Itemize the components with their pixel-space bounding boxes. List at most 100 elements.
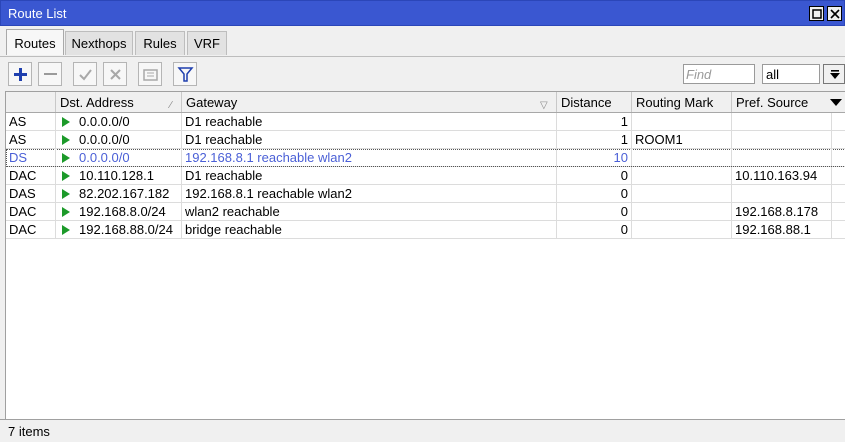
distance-cell: 0: [557, 221, 632, 238]
flags-cell: DAC: [6, 221, 56, 238]
pref-source-cell: [732, 131, 832, 148]
column-dst-address[interactable]: Dst. Address ∕: [56, 92, 182, 112]
gateway-cell: D1 reachable: [182, 113, 557, 130]
add-button[interactable]: [8, 62, 32, 86]
pref-source-cell: [732, 185, 832, 202]
arrow-down-icon: [830, 70, 840, 79]
tab-rules[interactable]: Rules: [135, 31, 185, 55]
distance-cell: 0: [557, 203, 632, 220]
dst-address-cell: 0.0.0.0/0: [56, 113, 182, 130]
route-list-window: Route List Routes Nexthops Rules VRF Fin…: [0, 0, 845, 442]
gateway-cell: wlan2 reachable: [182, 203, 557, 220]
dst-address-cell: 10.110.128.1: [56, 167, 182, 184]
route-active-icon: [62, 189, 70, 199]
pref-source-cell: 10.110.163.94: [732, 167, 832, 184]
pref-source-cell: 192.168.8.178: [732, 203, 832, 220]
disable-button[interactable]: [103, 62, 127, 86]
column-gateway[interactable]: Gateway ▽: [182, 92, 557, 112]
routing-mark-cell: [632, 149, 732, 166]
dst-address-cell: 192.168.8.0/24: [56, 203, 182, 220]
table-row[interactable]: AS 0.0.0.0/0 D1 reachable 1: [6, 113, 845, 131]
flags-cell: AS: [6, 131, 56, 148]
gateway-cell: bridge reachable: [182, 221, 557, 238]
close-button[interactable]: [827, 6, 842, 21]
routing-mark-cell: [632, 185, 732, 202]
flags-cell: AS: [6, 113, 56, 130]
table-header: Dst. Address ∕ Gateway ▽ Distance Routin…: [6, 92, 845, 113]
gateway-cell: D1 reachable: [182, 167, 557, 184]
filter-select[interactable]: all: [762, 64, 845, 84]
pref-source-cell: [732, 113, 832, 130]
flags-cell: DAC: [6, 167, 56, 184]
routing-mark-cell: [632, 167, 732, 184]
toolbar: all: [0, 57, 845, 91]
disable-icon: [110, 69, 121, 80]
column-routing-mark[interactable]: Routing Mark: [632, 92, 732, 112]
routes-table: Dst. Address ∕ Gateway ▽ Distance Routin…: [5, 91, 845, 419]
table-row[interactable]: DAS 82.202.167.182 192.168.8.1 reachable…: [6, 185, 845, 203]
route-active-icon: [62, 135, 70, 145]
route-active-icon: [62, 117, 70, 127]
flags-cell: DAS: [6, 185, 56, 202]
restore-button[interactable]: [809, 6, 824, 21]
pref-source-cell: [732, 149, 832, 166]
pref-source-cell: 192.168.88.1: [732, 221, 832, 238]
column-gateway-label: Gateway: [186, 95, 238, 110]
routing-mark-cell: [632, 203, 732, 220]
routing-mark-cell: [632, 221, 732, 238]
sort-desc-icon: ▽: [540, 100, 548, 111]
comment-icon: [143, 69, 158, 81]
routing-mark-cell: ROOM1: [632, 131, 732, 148]
column-chooser-icon: [830, 99, 842, 106]
filter-button[interactable]: [173, 62, 197, 86]
gateway-cell: 192.168.8.1 reachable wlan2: [182, 149, 557, 166]
column-dst-address-label: Dst. Address: [60, 95, 134, 110]
enable-icon: [79, 69, 92, 81]
filter-select-value[interactable]: all: [762, 64, 820, 84]
distance-cell: 10: [557, 149, 632, 166]
route-active-icon: [62, 171, 70, 181]
table-row[interactable]: DAC 192.168.8.0/24 wlan2 reachable 0 192…: [6, 203, 845, 221]
gateway-cell: 192.168.8.1 reachable wlan2: [182, 185, 557, 202]
flags-cell: DS: [6, 149, 56, 166]
distance-cell: 1: [557, 113, 632, 130]
close-icon: [830, 9, 840, 19]
dst-address-cell: 0.0.0.0/0: [56, 149, 182, 166]
title-bar[interactable]: Route List: [0, 0, 845, 26]
route-active-icon: [62, 153, 70, 163]
dst-address-cell: 192.168.88.0/24: [56, 221, 182, 238]
item-count: 7 items: [8, 424, 50, 439]
table-row[interactable]: AS 0.0.0.0/0 D1 reachable 1 ROOM1: [6, 131, 845, 149]
find-field[interactable]: [683, 64, 755, 84]
find-input[interactable]: [686, 66, 752, 82]
route-active-icon: [62, 225, 70, 235]
remove-icon: [44, 73, 57, 75]
enable-button[interactable]: [73, 62, 97, 86]
table-row[interactable]: DAC 192.168.88.0/24 bridge reachable 0 1…: [6, 221, 845, 239]
gateway-cell: D1 reachable: [182, 131, 557, 148]
column-flags[interactable]: [6, 92, 56, 112]
table-row[interactable]: DAC 10.110.128.1 D1 reachable 0 10.110.1…: [6, 167, 845, 185]
tab-vrf[interactable]: VRF: [187, 31, 227, 55]
routing-mark-cell: [632, 113, 732, 130]
window-title: Route List: [8, 6, 67, 21]
dst-address-cell: 0.0.0.0/0: [56, 131, 182, 148]
distance-cell: 0: [557, 167, 632, 184]
restore-icon: [812, 9, 822, 19]
column-chooser-button[interactable]: [826, 92, 845, 112]
remove-button[interactable]: [38, 62, 62, 86]
table-row-selected[interactable]: DS 0.0.0.0/0 192.168.8.1 reachable wlan2…: [6, 149, 845, 167]
dst-address-cell: 82.202.167.182: [56, 185, 182, 202]
distance-cell: 1: [557, 131, 632, 148]
column-resize-icon: ∕: [170, 100, 172, 111]
column-distance[interactable]: Distance: [557, 92, 632, 112]
filter-select-arrow[interactable]: [823, 64, 845, 84]
tab-nexthops[interactable]: Nexthops: [65, 31, 133, 55]
comment-button[interactable]: [138, 62, 162, 86]
add-icon: [14, 68, 27, 81]
filter-icon: [177, 67, 194, 82]
route-active-icon: [62, 207, 70, 217]
column-pref-source[interactable]: Pref. Source: [732, 92, 826, 112]
flags-cell: DAC: [6, 203, 56, 220]
tab-routes[interactable]: Routes: [6, 29, 64, 55]
